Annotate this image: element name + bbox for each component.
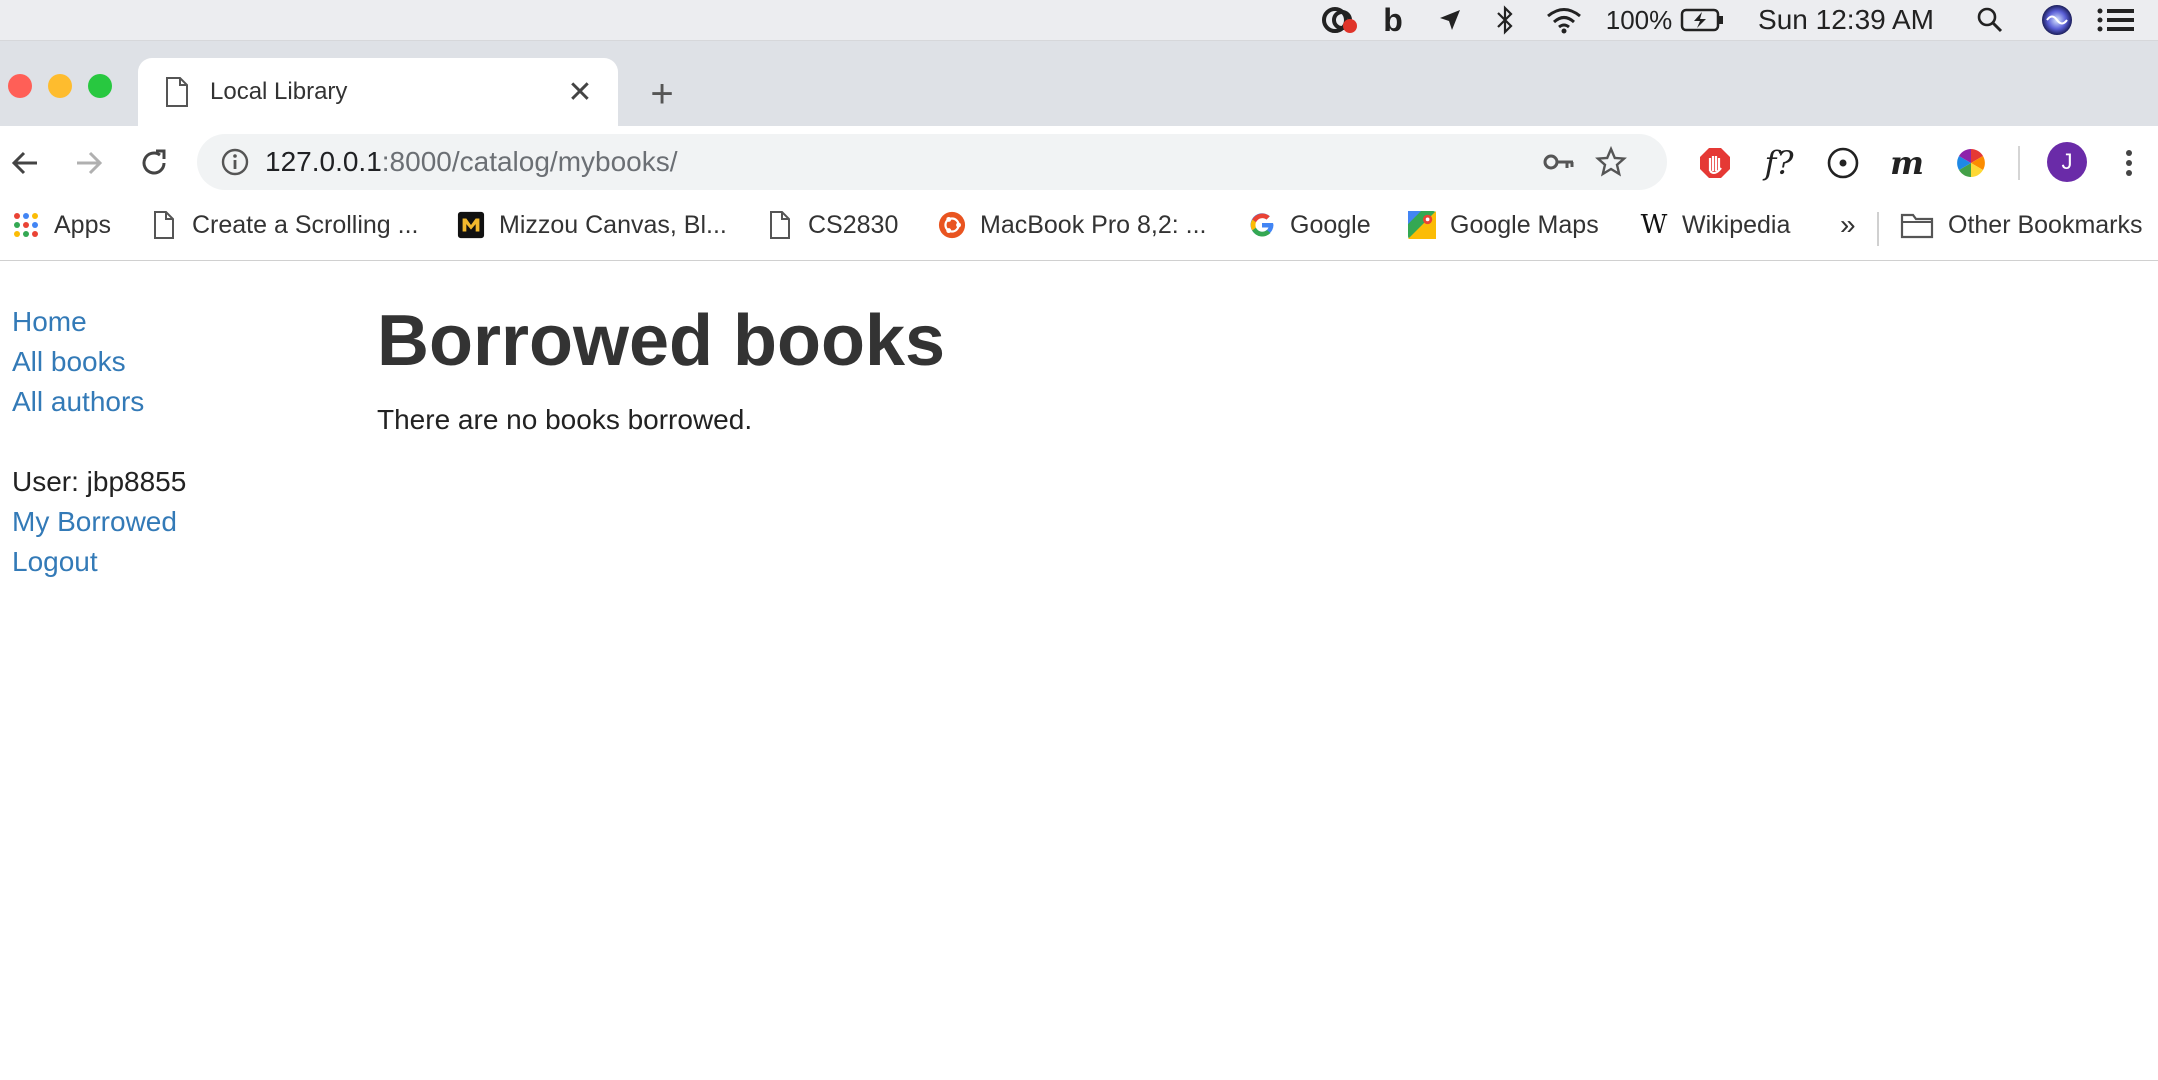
nav-link-all-authors[interactable]: All authors (12, 385, 144, 419)
notification-center-icon[interactable] (2094, 0, 2138, 40)
tab-title: Local Library (210, 78, 348, 105)
nav-link-all-books[interactable]: All books (12, 345, 126, 379)
bookmark-macbook-pro[interactable]: MacBook Pro 8,2: ... (938, 198, 1207, 252)
ubuntu-icon (938, 211, 966, 239)
url-path: :8000/catalog/mybooks/ (381, 146, 678, 177)
wifi-icon[interactable] (1542, 0, 1586, 40)
nav-link-my-borrowed[interactable]: My Borrowed (12, 505, 177, 539)
empty-state-message: There are no books borrowed. (377, 404, 753, 435)
address-bar[interactable]: 127.0.0.1:8000/catalog/mybooks/ (197, 134, 1667, 190)
page-icon (164, 76, 190, 108)
color-picker-icon[interactable] (1948, 140, 1994, 186)
close-tab-icon[interactable]: ✕ (562, 74, 598, 110)
bookmark-label: Google Maps (1450, 210, 1599, 239)
bookmark-label: MacBook Pro 8,2: ... (980, 210, 1207, 239)
reload-button[interactable] (131, 140, 177, 186)
bookmark-apps[interactable]: Apps (12, 198, 111, 252)
window-zoom-button[interactable] (88, 74, 112, 98)
bookmarks-divider (1877, 212, 1879, 246)
bookmark-label: Wikipedia (1682, 210, 1791, 239)
key-icon[interactable] (1541, 144, 1577, 180)
nav-link-home[interactable]: Home (12, 305, 87, 339)
current-user-label: User: jbp8855 (12, 466, 187, 497)
page-title: Borrowed books (377, 301, 946, 381)
chrome-menu-icon[interactable] (2106, 140, 2152, 186)
bookmark-label: CS2830 (808, 210, 899, 239)
back-button[interactable] (2, 140, 48, 186)
url-text[interactable]: 127.0.0.1:8000/catalog/mybooks/ (265, 134, 678, 190)
wikipedia-icon: W (1640, 210, 1668, 240)
bookmarks-overflow-button[interactable]: » (1840, 198, 1856, 252)
bookmark-google-maps[interactable]: Google Maps (1408, 198, 1599, 252)
macos-menu-bar: b 100% Sun 12:39 AM (0, 0, 2158, 41)
profile-avatar[interactable]: J (2047, 142, 2087, 182)
location-icon[interactable] (1432, 0, 1468, 40)
siri-icon[interactable] (2038, 0, 2076, 40)
whatfont-icon[interactable]: f? (1756, 140, 1802, 186)
new-tab-button[interactable]: + (640, 72, 684, 116)
nav-link-logout[interactable]: Logout (12, 545, 98, 579)
spotlight-search-icon[interactable] (1972, 0, 2008, 40)
record-icon[interactable] (1820, 140, 1866, 186)
page-icon (766, 211, 794, 239)
b-icon[interactable]: b (1378, 0, 1408, 40)
battery-icon[interactable] (1678, 0, 1726, 40)
bookmark-star-icon[interactable] (1593, 144, 1629, 180)
menu-bar-clock[interactable]: Sun 12:39 AM (1756, 0, 1936, 40)
bookmark-label: Create a Scrolling ... (192, 210, 419, 239)
site-info-icon[interactable] (219, 146, 251, 178)
bookmark-label: Mizzou Canvas, Bl... (499, 210, 727, 239)
bluetooth-icon[interactable] (1490, 0, 1520, 40)
apps-grid-icon (12, 211, 40, 239)
page-icon (150, 211, 178, 239)
bookmark-wikipedia[interactable]: W Wikipedia (1640, 198, 1791, 252)
folder-icon (1900, 211, 1934, 239)
google-icon (1248, 211, 1276, 239)
mizzou-icon (457, 211, 485, 239)
bookmark-other-bookmarks[interactable]: Other Bookmarks (1900, 198, 2143, 252)
browser-tab[interactable]: Local Library ✕ (138, 58, 618, 126)
bookmark-create-scrolling[interactable]: Create a Scrolling ... (150, 198, 419, 252)
adblock-icon[interactable] (1692, 140, 1738, 186)
battery-percentage: 100% (1605, 4, 1673, 35)
bookmark-google[interactable]: Google (1248, 198, 1371, 252)
bookmark-label: Other Bookmarks (1948, 210, 2143, 239)
window-minimize-button[interactable] (48, 74, 72, 98)
bookmark-label: Apps (54, 210, 111, 239)
forward-button[interactable] (66, 140, 112, 186)
bookmark-mizzou-canvas[interactable]: Mizzou Canvas, Bl... (457, 198, 727, 252)
mercury-reader-icon[interactable]: m (1884, 140, 1930, 186)
bookmark-cs2830[interactable]: CS2830 (766, 198, 898, 252)
window-close-button[interactable] (8, 74, 32, 98)
creative-cloud-icon[interactable] (1316, 0, 1364, 40)
bookmark-label: Google (1290, 210, 1371, 239)
maps-icon (1408, 211, 1436, 239)
toolbar-divider (2018, 146, 2020, 180)
url-host: 127.0.0.1 (265, 146, 382, 177)
